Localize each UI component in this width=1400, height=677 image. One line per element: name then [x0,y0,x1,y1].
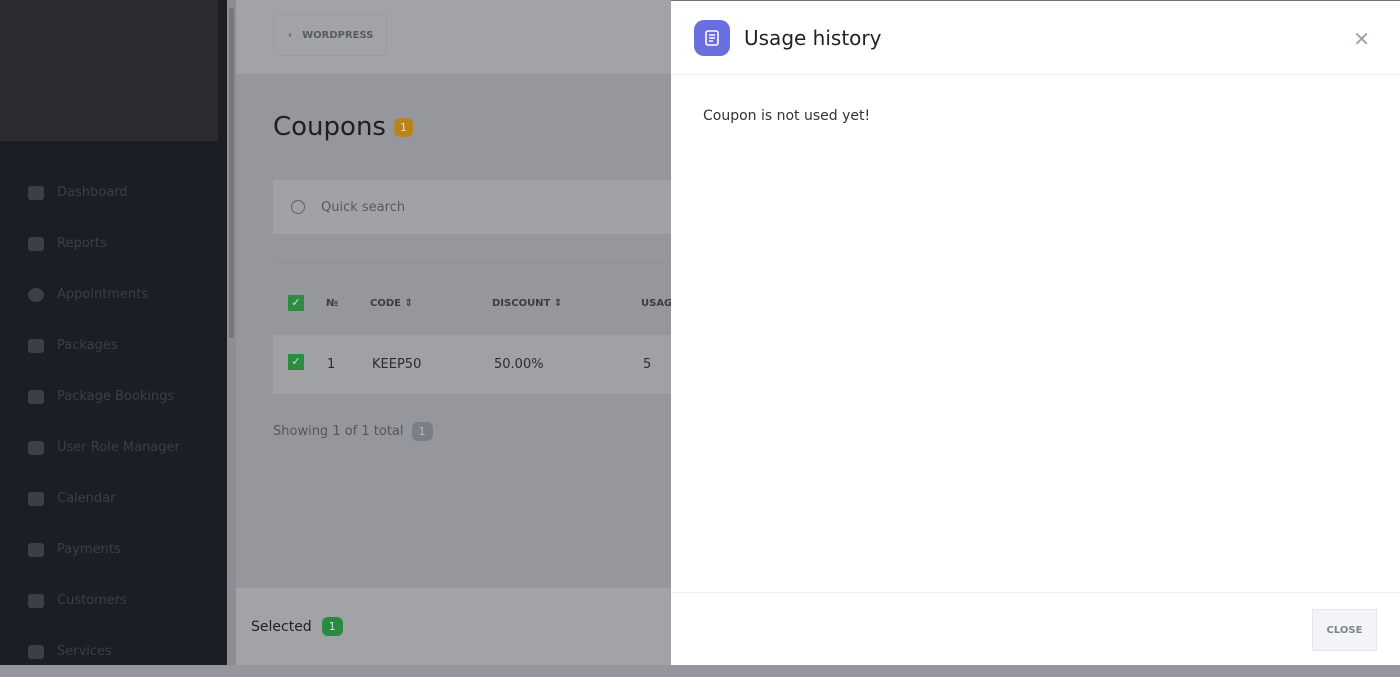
receipt-icon [694,20,730,56]
sidebar-item-label: User Role Manager [57,440,180,455]
column-header-usage[interactable]: USAG [641,298,672,309]
chart-icon [28,237,44,251]
panel-footer: CLOSE [671,592,1400,666]
select-all-checkbox[interactable]: ✓ [288,295,304,311]
clock-icon [28,288,44,302]
scrollbar-thumb[interactable] [229,8,234,338]
cell-number: 1 [327,357,335,372]
chevron-left-icon: ‹ [288,30,292,41]
sort-icon: ⇕ [404,298,412,309]
selection-bar: Selected 1 [236,588,671,665]
column-header-discount[interactable]: DISCOUNT ⇕ [492,298,562,309]
total-badge: 1 [412,422,433,441]
selected-count-badge: 1 [322,617,343,636]
pagination-info: Showing 1 of 1 total 1 [273,422,433,441]
sidebar-item-packages[interactable]: Packages [0,320,218,371]
sidebar-item-calendar[interactable]: Calendar [0,473,218,524]
search-input[interactable]: Quick search [273,180,671,234]
sidebar-item-label: Services [57,644,112,659]
back-label: WORDPRESS [302,30,373,41]
cell-discount: 50.00% [494,357,544,372]
panel-header: Usage history ✕ [671,1,1400,75]
sidebar-item-label: Dashboard [57,185,128,200]
logo-area [0,0,218,141]
cube-icon [28,186,44,200]
sidebar-item-label: Customers [57,593,127,608]
sidebar-item-services[interactable]: Services [0,626,218,677]
users-icon [28,594,44,608]
user-plus-icon [28,441,44,455]
cell-code: KEEP50 [372,357,421,372]
usage-history-panel: Usage history ✕ Coupon is not used yet! … [671,0,1400,665]
packages-icon [28,339,44,353]
empty-message: Coupon is not used yet! [671,75,1400,157]
sidebar-item-dashboard[interactable]: Dashboard [0,167,218,218]
row-checkbox[interactable]: ✓ [288,354,304,370]
header-label: DISCOUNT [492,298,550,309]
calendar-icon [28,492,44,506]
sidebar-nav: Dashboard Reports Appointments Packages … [0,167,218,677]
page-title-text: Coupons [273,112,386,142]
showing-text: Showing 1 of 1 total [273,424,404,439]
list-icon [28,645,44,659]
page-title: Coupons 1 [273,112,413,142]
wallet-icon [28,543,44,557]
sidebar-item-payments[interactable]: Payments [0,524,218,575]
divider [273,262,671,263]
sidebar-item-label: Calendar [57,491,115,506]
column-header-number: № [326,298,338,309]
search-icon [291,200,305,214]
sidebar-item-label: Reports [57,236,107,251]
sidebar-item-package-bookings[interactable]: Package Bookings [0,371,218,422]
sidebar-item-reports[interactable]: Reports [0,218,218,269]
sort-icon: ⇕ [554,298,562,309]
sidebar-item-label: Package Bookings [57,389,174,404]
sidebar-item-appointments[interactable]: Appointments [0,269,218,320]
sidebar-item-label: Appointments [57,287,148,302]
sidebar-item-customers[interactable]: Customers [0,575,218,626]
back-to-wordpress-button[interactable]: ‹ WORDPRESS [273,14,387,56]
sidebar-item-user-role-manager[interactable]: User Role Manager [0,422,218,473]
close-button[interactable]: CLOSE [1312,609,1377,651]
search-placeholder: Quick search [321,200,405,215]
column-header-code[interactable]: CODE ⇕ [370,298,413,309]
sidebar: Dashboard Reports Appointments Packages … [0,0,227,665]
sidebar-item-label: Packages [57,338,118,353]
header-label: CODE [370,298,401,309]
close-icon[interactable]: ✕ [1353,27,1370,51]
sidebar-item-label: Payments [57,542,121,557]
box-icon [28,390,44,404]
coupon-count-badge: 1 [394,118,413,137]
panel-title: Usage history [744,26,881,50]
selected-label: Selected [251,619,312,635]
cell-usage: 5 [643,357,651,372]
